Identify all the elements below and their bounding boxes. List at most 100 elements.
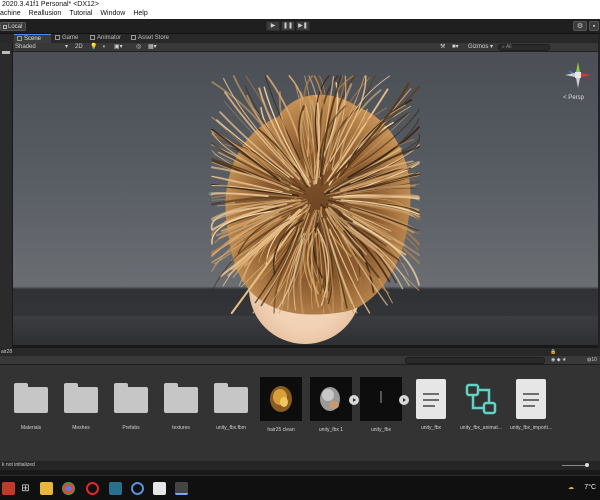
dark-model-icon — [380, 391, 382, 403]
task-view-icon[interactable]: ⊞ — [19, 482, 32, 495]
pivot-icon — [3, 25, 7, 29]
main-toolbar: Local ▶ ❚❚ ▶❚ ⚙ ▪ — [0, 19, 600, 34]
menu-bar: achine Reallusion Tutorial Window Help — [0, 9, 600, 19]
character-creator-icon[interactable] — [109, 482, 122, 495]
shading-dropdown[interactable]: Shaded ▾ — [15, 43, 70, 52]
asset-item[interactable]: textures — [158, 379, 204, 449]
asset-label: unity_fbx_animat... — [460, 425, 502, 431]
window-title: 2020.3.41f1 Personal* <DX12> — [0, 0, 600, 9]
app-icon[interactable] — [2, 482, 15, 495]
2d-toggle[interactable]: 2D — [75, 43, 83, 52]
audio-toggle-icon[interactable]: ◖ — [102, 43, 106, 52]
menu-item-reallusion[interactable]: Reallusion — [29, 9, 62, 19]
file-explorer-icon[interactable] — [40, 482, 53, 495]
light-toggle-icon[interactable]: 💡 — [90, 43, 97, 52]
hidden-toggle-icon[interactable]: ◎ — [136, 43, 141, 52]
asset-item[interactable]: unity_fbx — [408, 379, 454, 449]
menu-item-help[interactable]: Help — [133, 9, 147, 19]
gear-icon[interactable]: ⚙ — [573, 21, 587, 31]
item-count: ◍10 — [587, 357, 597, 363]
tab-animator[interactable]: Animator — [87, 34, 127, 43]
hair-strand — [332, 196, 420, 199]
status-bar: k not initialized — [0, 461, 600, 470]
asset-label: unity_fbx — [420, 425, 441, 431]
asset-label: Meshes — [72, 425, 90, 431]
asset-item[interactable]: Prefabs — [108, 379, 154, 449]
projection-label[interactable]: < Persp — [563, 95, 584, 101]
tools-icon[interactable]: ⚒ — [440, 43, 445, 52]
shading-label: Shaded — [15, 44, 36, 50]
unity-editor-icon[interactable] — [175, 482, 188, 495]
unity-hub-icon[interactable] — [153, 482, 166, 495]
gizmo-x-axis[interactable] — [581, 73, 591, 77]
pivot-label: Local — [8, 24, 23, 30]
filter-icons[interactable]: ◉ ◆ ★ — [551, 357, 566, 363]
scene-search-input[interactable]: ⌕ All — [498, 44, 550, 51]
tab-game-label: Game — [62, 35, 79, 41]
menu-item-window[interactable]: Window — [100, 9, 125, 19]
asset-item[interactable]: unity_fbx — [358, 377, 409, 449]
scene-search-placeholder: All — [505, 44, 512, 50]
tab-game[interactable]: Game — [52, 34, 86, 43]
chevron-down-icon: ▾ — [64, 44, 68, 50]
play-controls: ▶ ❚❚ ▶❚ — [266, 21, 310, 31]
asset-item[interactable]: unity_fbx_animat... — [458, 379, 504, 449]
asset-item[interactable]: unity_fbx_importi... — [508, 379, 554, 449]
play-button[interactable]: ▶ — [266, 21, 280, 31]
folder-icon — [164, 383, 198, 413]
step-button[interactable]: ▶❚ — [296, 21, 310, 31]
opera-icon[interactable] — [86, 482, 99, 495]
effects-toggle-icon[interactable]: ▣▾ — [114, 43, 123, 52]
document-icon — [416, 379, 446, 419]
gizmos-dropdown[interactable]: Gizmos ▾ — [468, 43, 498, 52]
folder-icon — [214, 383, 248, 413]
tab-asset-store-label: Asset Store — [138, 35, 170, 41]
project-breadcrumb[interactable]: air28 — [0, 348, 12, 356]
iclone-icon[interactable] — [131, 482, 144, 495]
gizmo-neg-x[interactable] — [565, 73, 575, 77]
collab-icon[interactable]: ▪ — [589, 21, 599, 31]
tab-asset-store[interactable]: Asset Store — [128, 34, 176, 43]
tab-scene-label: Scene — [24, 36, 42, 42]
asset-item[interactable]: hair25 clean — [258, 377, 304, 449]
asset-label: unity_fbx.fbm — [216, 425, 246, 431]
orientation-gizmo[interactable] — [563, 60, 593, 90]
status-message: k not initialized — [2, 462, 35, 468]
asset-item[interactable]: unity_fbx.fbm — [208, 379, 254, 449]
grid-toggle-icon[interactable]: ▦▾ — [148, 43, 157, 52]
item-count-value: 10 — [591, 357, 597, 363]
search-icon: ⌕ — [502, 44, 505, 50]
animator-tab-icon — [90, 35, 95, 40]
chrome-icon[interactable] — [62, 482, 75, 495]
asset-item[interactable]: Meshes — [58, 379, 104, 449]
asset-label: unity_fbx_importi... — [510, 425, 552, 431]
lock-icon[interactable]: 🔒 — [550, 349, 556, 355]
head-preview-icon — [320, 387, 340, 411]
scene-viewport[interactable]: < Persp — [13, 52, 598, 345]
asset-label: hair25 clean — [267, 427, 295, 433]
pivot-toggle[interactable]: Local — [0, 22, 26, 31]
os-taskbar: ⊞ ☁ 7°C — [0, 475, 600, 500]
pause-button[interactable]: ❚❚ — [281, 21, 295, 31]
hair-preview-icon — [270, 386, 292, 412]
weather-temperature: 7°C — [584, 484, 596, 491]
scene-toolbar: Shaded ▾ 2D 💡 ◖ ▣▾ ◎ ▦▾ ⚒ ■▾ Gizmos ▾ ⌕ A… — [0, 43, 600, 52]
scene-tab-icon — [17, 36, 22, 41]
dock-handle-icon[interactable] — [2, 51, 10, 54]
folder-icon — [14, 383, 48, 413]
gizmo-y-axis[interactable] — [576, 62, 580, 72]
project-search-input[interactable] — [405, 357, 545, 364]
asset-label: textures — [172, 425, 190, 431]
menu-item-tutorial[interactable]: Tutorial — [69, 9, 92, 19]
asset-item[interactable]: unity_fbx 1 — [308, 377, 359, 449]
gizmo-center[interactable] — [575, 72, 581, 78]
menu-item-machine[interactable]: achine — [0, 9, 21, 19]
tab-scene[interactable]: Scene — [14, 34, 51, 43]
game-tab-icon — [55, 35, 60, 40]
gizmo-neg-y[interactable] — [576, 78, 580, 88]
camera-icon[interactable]: ■▾ — [452, 43, 459, 52]
left-dock-strip — [0, 43, 13, 348]
asset-item[interactable]: Materials — [8, 379, 54, 449]
zoom-slider[interactable] — [562, 463, 589, 467]
asset-label: Prefabs — [122, 425, 140, 431]
